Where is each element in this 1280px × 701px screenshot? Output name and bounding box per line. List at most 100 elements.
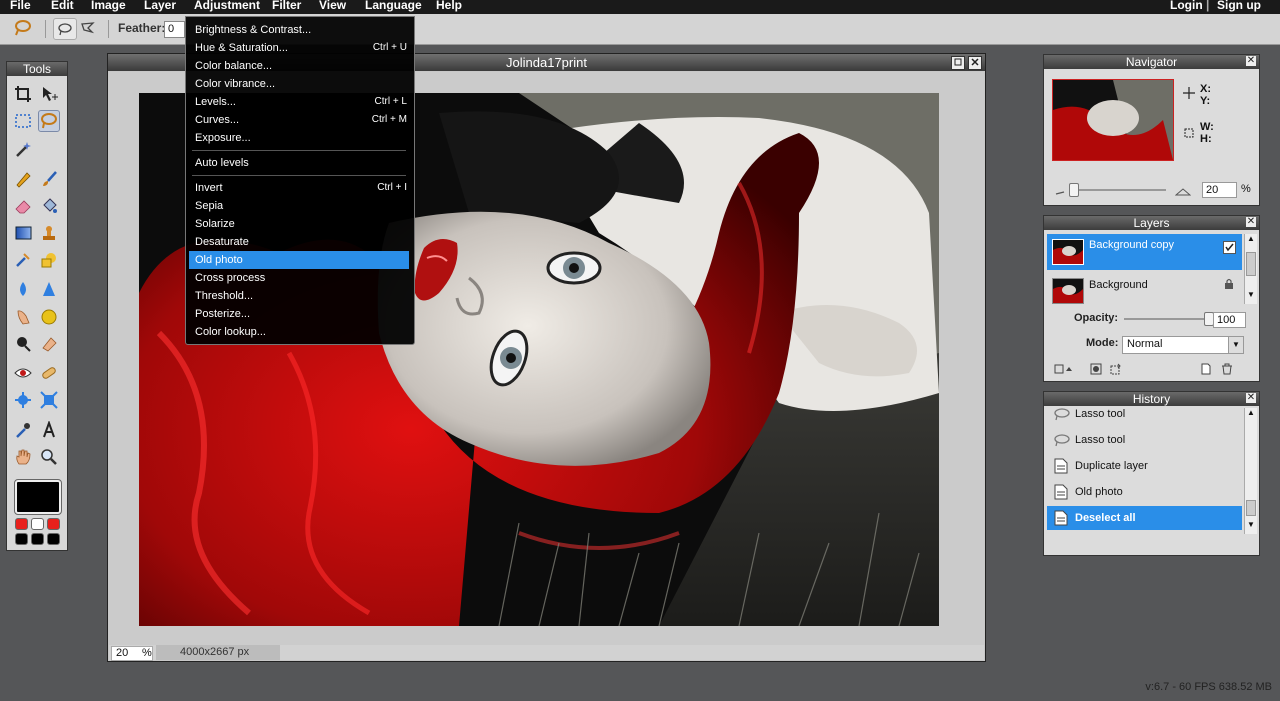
magic-wand-tool[interactable] xyxy=(12,138,34,160)
menu-help[interactable]: Help xyxy=(436,0,462,12)
login-link[interactable]: Login xyxy=(1170,0,1203,12)
type-tool[interactable] xyxy=(38,419,60,441)
history-item[interactable]: Duplicate layer xyxy=(1047,454,1242,478)
history-scrollbar[interactable]: ▲ ▼ xyxy=(1244,408,1257,534)
layers-scroll-thumb[interactable] xyxy=(1246,252,1256,276)
bloat-transform-tool[interactable] xyxy=(38,389,60,411)
menu-layer[interactable]: Layer xyxy=(144,0,176,12)
menu-language[interactable]: Language xyxy=(365,0,422,12)
burn-tool[interactable] xyxy=(12,333,34,355)
layer-style-button[interactable] xyxy=(1110,363,1122,378)
navigator-zoom-input[interactable]: 20 xyxy=(1202,182,1237,198)
maximize-button[interactable] xyxy=(951,56,965,70)
history-item[interactable]: Lasso tool xyxy=(1047,428,1242,452)
menu-item-exposure[interactable]: Exposure... xyxy=(189,129,409,147)
color-swatch-red-2[interactable] xyxy=(47,518,60,530)
history-item[interactable]: Old photo xyxy=(1047,480,1242,504)
history-item[interactable]: Deselect all xyxy=(1047,506,1242,530)
dodge-tool[interactable] xyxy=(38,333,60,355)
menu-item-old-photo[interactable]: Old photo xyxy=(189,251,409,269)
navigator-thumbnail[interactable] xyxy=(1052,79,1174,161)
opacity-slider[interactable] xyxy=(1124,318,1212,320)
feather-input[interactable]: 0 xyxy=(164,21,185,38)
menu-item-brightness-contrast[interactable]: Brightness & Contrast... xyxy=(189,21,409,39)
color-picker-tool[interactable] xyxy=(12,419,34,441)
clone-stamp-tool[interactable] xyxy=(38,222,60,244)
color-swatch-black-2[interactable] xyxy=(31,533,44,545)
navigator-zoom-slider[interactable] xyxy=(1072,189,1166,191)
menu-item-cross-process[interactable]: Cross process xyxy=(189,269,409,287)
bloat-tool[interactable] xyxy=(38,362,60,384)
layer-visibility-checkbox[interactable] xyxy=(1223,241,1236,254)
menu-item-desaturate[interactable]: Desaturate xyxy=(189,233,409,251)
blur-tool[interactable] xyxy=(12,278,34,300)
menu-image[interactable]: Image xyxy=(91,0,126,12)
lasso-mode-polygon-button[interactable] xyxy=(77,18,99,38)
opacity-input[interactable]: 100 xyxy=(1213,312,1246,328)
color-swatch-black-3[interactable] xyxy=(47,533,60,545)
color-swatch-black[interactable] xyxy=(15,533,28,545)
menu-item-color-vibrance[interactable]: Color vibrance... xyxy=(189,75,409,93)
menu-item-posterize[interactable]: Posterize... xyxy=(189,305,409,323)
menu-item-color-balance[interactable]: Color balance... xyxy=(189,57,409,75)
menu-item-hue-saturation[interactable]: Hue & Saturation... Ctrl + U xyxy=(189,39,409,57)
menu-file[interactable]: File xyxy=(10,0,31,12)
crop-tool[interactable] xyxy=(12,83,34,105)
sponge-tool[interactable] xyxy=(38,306,60,328)
smudge-tool[interactable] xyxy=(12,306,34,328)
menu-item-color-lookup[interactable]: Color lookup... xyxy=(189,323,409,341)
lasso-tool[interactable] xyxy=(38,110,60,132)
menu-item-threshold[interactable]: Threshold... xyxy=(189,287,409,305)
menu-view[interactable]: View xyxy=(319,0,346,12)
history-scroll-thumb[interactable] xyxy=(1246,500,1256,516)
layer-row[interactable]: Background xyxy=(1047,272,1242,308)
zoom-in-icon[interactable] xyxy=(1174,185,1192,199)
color-swatch-white[interactable] xyxy=(31,518,44,530)
menu-item-levels[interactable]: Levels... Ctrl + L xyxy=(189,93,409,111)
layer-options-button[interactable] xyxy=(1054,363,1074,378)
paint-bucket-tool[interactable] xyxy=(38,195,60,217)
new-layer-button[interactable] xyxy=(1200,363,1212,378)
sharpen-tool[interactable] xyxy=(38,278,60,300)
delete-layer-button[interactable] xyxy=(1221,363,1233,378)
navigator-zoom-slider-handle[interactable] xyxy=(1069,183,1079,197)
scroll-up-icon[interactable]: ▲ xyxy=(1246,408,1256,420)
navigator-close-button[interactable]: ✕ xyxy=(1246,56,1256,66)
menu-item-auto-levels[interactable]: Auto levels xyxy=(189,154,409,172)
menu-filter[interactable]: Filter xyxy=(272,0,301,12)
marquee-tool[interactable] xyxy=(12,110,34,132)
menu-edit[interactable]: Edit xyxy=(51,0,74,12)
menu-item-invert[interactable]: Invert Ctrl + I xyxy=(189,179,409,197)
zoom-tool[interactable] xyxy=(38,446,60,468)
scroll-up-icon[interactable]: ▲ xyxy=(1246,234,1256,246)
brush-tool[interactable] xyxy=(38,168,60,190)
layers-scrollbar[interactable]: ▲ ▼ xyxy=(1244,234,1257,304)
menu-item-solarize[interactable]: Solarize xyxy=(189,215,409,233)
history-close-button[interactable]: ✕ xyxy=(1246,393,1256,403)
history-item[interactable]: Lasso tool xyxy=(1047,402,1242,426)
signup-link[interactable]: Sign up xyxy=(1217,0,1261,12)
foreground-color-swatch[interactable] xyxy=(14,479,62,515)
shape-tool[interactable] xyxy=(38,249,60,271)
layer-row[interactable]: Background copy xyxy=(1047,234,1242,270)
lasso-mode-freehand-button[interactable] xyxy=(53,18,77,40)
red-eye-tool[interactable] xyxy=(12,362,34,384)
gradient-tool[interactable] xyxy=(12,222,34,244)
color-replace-tool[interactable] xyxy=(12,249,34,271)
menu-item-curves[interactable]: Curves... Ctrl + M xyxy=(189,111,409,129)
layer-mask-button[interactable] xyxy=(1090,363,1102,378)
menu-adjustment[interactable]: Adjustment xyxy=(194,0,260,12)
menu-item-sepia[interactable]: Sepia xyxy=(189,197,409,215)
pinch-tool[interactable] xyxy=(12,389,34,411)
close-document-button[interactable] xyxy=(968,56,982,70)
scroll-down-icon[interactable]: ▼ xyxy=(1246,290,1256,302)
color-swatch-red[interactable] xyxy=(15,518,28,530)
blend-mode-select[interactable]: Normal ▼ xyxy=(1122,336,1244,354)
pencil-tool[interactable] xyxy=(12,168,34,190)
zoom-out-icon[interactable] xyxy=(1054,185,1066,199)
hand-tool[interactable] xyxy=(12,446,34,468)
zoom-input[interactable]: 20 % xyxy=(111,646,153,661)
layers-close-button[interactable]: ✕ xyxy=(1246,217,1256,227)
eraser-tool[interactable] xyxy=(12,195,34,217)
scroll-down-icon[interactable]: ▼ xyxy=(1246,520,1256,532)
